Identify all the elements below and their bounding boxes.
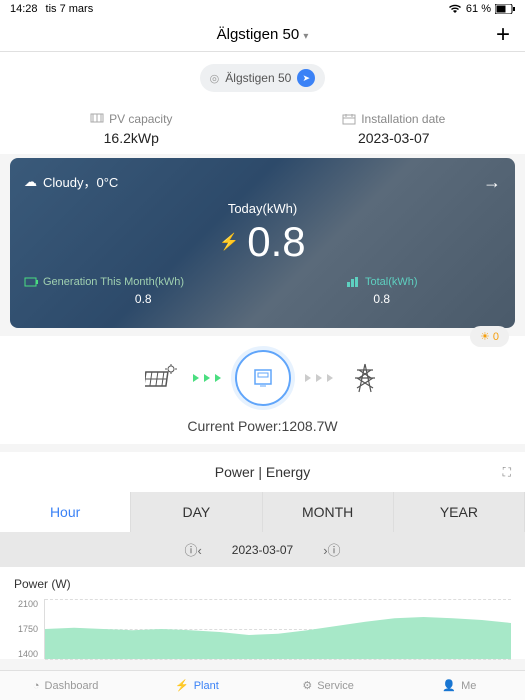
tab-year[interactable]: YEAR	[394, 492, 525, 532]
nav-plant[interactable]: ⚡Plant	[131, 679, 262, 692]
nav-dashboard[interactable]: ◔Dashboard	[0, 679, 131, 692]
inverter-icon[interactable]	[235, 350, 291, 406]
location-pin-icon: ◎	[210, 72, 220, 85]
date-display[interactable]: 2023-03-07	[232, 543, 293, 557]
gen-month-value: 0.8	[24, 292, 263, 306]
tab-month[interactable]: MONTH	[263, 492, 394, 532]
flow-dots-right	[305, 374, 333, 382]
battery-pct: 61 %	[466, 3, 491, 15]
grid-tower-icon	[347, 360, 383, 396]
location-chip[interactable]: ◎ Älgstigen 50 ➤	[200, 64, 326, 92]
wifi-icon	[448, 4, 462, 14]
chart-area: Power (W) 2100 1750 1400	[0, 567, 525, 659]
info-row: PV capacity 16.2kWp Installation date 20…	[0, 104, 525, 154]
date-nav: ⓘ‹ 2023-03-07 ›ⓘ	[0, 532, 525, 567]
header: Älgstigen 50 ▾ +	[0, 18, 525, 51]
time-tabs: Hour DAY MONTH YEAR	[0, 492, 525, 532]
battery-stat-icon	[24, 277, 38, 287]
chart-plot[interactable]	[44, 599, 511, 659]
bottom-nav: ◔Dashboard ⚡Plant ⚙Service 👤Me	[0, 670, 525, 700]
status-date: tis 7 mars	[46, 3, 94, 15]
solar-panel-icon	[143, 360, 179, 396]
chevron-down-icon: ▾	[303, 31, 308, 42]
tab-hour[interactable]: Hour	[0, 492, 131, 532]
today-label: Today(kWh)	[24, 201, 501, 216]
nav-service[interactable]: ⚙Service	[263, 679, 394, 692]
next-date-button[interactable]: ›ⓘ	[323, 540, 340, 559]
total-label: Total(kWh)	[365, 276, 418, 288]
user-icon: 👤	[442, 679, 456, 692]
pv-value: 16.2kWp	[0, 130, 263, 146]
service-icon: ⚙	[302, 679, 312, 692]
chart-header: Power | Energy ⛶	[0, 452, 525, 492]
flow-section: ☀0 Current Power:1208.7W	[0, 336, 525, 444]
dashboard-icon: ◔	[33, 680, 40, 692]
weather-text: Cloudy，0°C	[43, 172, 118, 191]
calendar-icon	[342, 113, 356, 125]
install-value: 2023-03-07	[263, 130, 525, 146]
today-value: 0.8	[247, 218, 305, 266]
gen-month-label: Generation This Month(kWh)	[43, 276, 184, 288]
flow-dots-left	[193, 374, 221, 382]
bars-icon	[346, 277, 360, 287]
pv-capacity-icon	[90, 113, 104, 125]
install-label: Installation date	[361, 112, 445, 126]
chart-ylabel: Power (W)	[14, 577, 511, 591]
prev-date-button[interactable]: ⓘ‹	[184, 540, 201, 559]
battery-icon	[495, 4, 515, 14]
total-value: 0.8	[263, 292, 502, 306]
sun-icon: ☀	[480, 330, 490, 343]
nav-me[interactable]: 👤Me	[394, 679, 525, 692]
pv-label: PV capacity	[109, 112, 172, 126]
add-button[interactable]: +	[496, 21, 510, 49]
plant-icon: ⚡	[175, 679, 189, 692]
y-axis: 2100 1750 1400	[14, 599, 44, 659]
status-bar: 14:28 tis 7 mars 61 %	[0, 0, 525, 18]
cloud-icon: ☁	[24, 174, 37, 190]
expand-icon[interactable]: ⛶	[503, 465, 511, 480]
area-chart	[45, 599, 511, 659]
summary-card[interactable]: ☁ Cloudy，0°C → Today(kWh) ⚡ 0.8 Generation…	[10, 158, 515, 328]
navigate-icon: ➤	[297, 69, 315, 87]
status-time: 14:28	[10, 3, 38, 15]
location-chip-label: Älgstigen 50	[225, 71, 291, 85]
bolt-icon: ⚡	[219, 232, 239, 252]
chart-title: Power | Energy	[215, 464, 310, 480]
current-power: Current Power:1208.7W	[0, 418, 525, 434]
arrow-right-icon: →	[483, 172, 501, 193]
site-dropdown[interactable]: Älgstigen 50 ▾	[217, 26, 309, 43]
tab-day[interactable]: DAY	[131, 492, 262, 532]
alert-badge[interactable]: ☀0	[470, 326, 509, 347]
